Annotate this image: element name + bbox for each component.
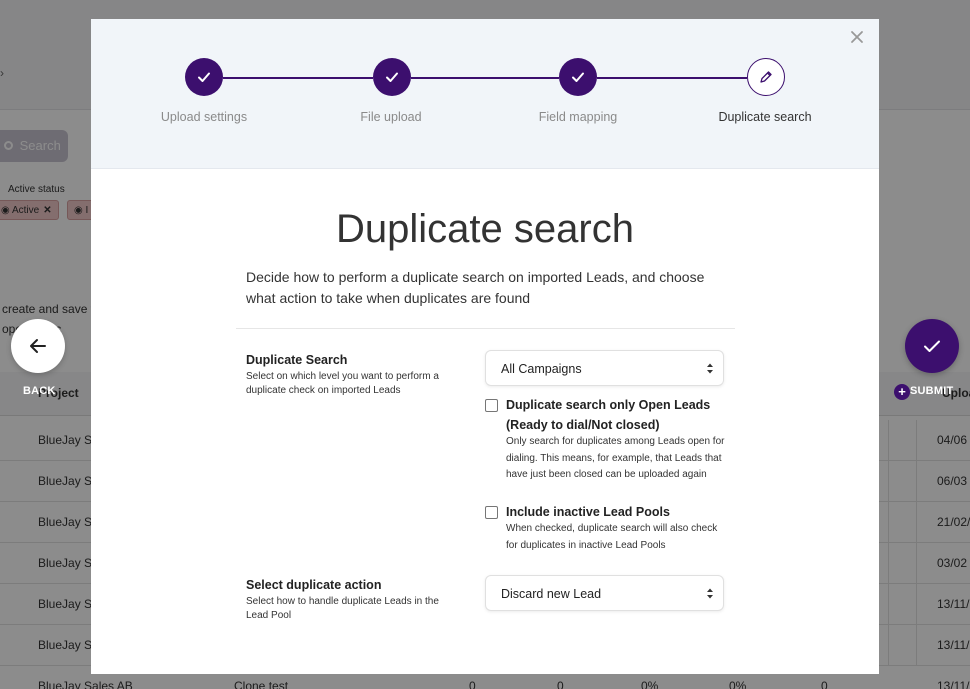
step-label: Duplicate search: [718, 110, 812, 124]
step-upload-settings[interactable]: [185, 58, 223, 96]
step-connector: [223, 77, 373, 79]
step-connector: [597, 77, 747, 79]
step-file-upload[interactable]: [373, 58, 411, 96]
back-label: BACK: [23, 385, 56, 397]
check-icon: [924, 340, 940, 352]
step-field-mapping[interactable]: [559, 58, 597, 96]
divider: [236, 328, 735, 329]
duplicate-search-value: All Campaigns: [501, 362, 582, 376]
duplicate-search-help: Select on which level you want to perfor…: [246, 371, 439, 396]
close-button[interactable]: [849, 29, 865, 45]
duplicate-action-select[interactable]: Discard new Lead: [485, 575, 724, 611]
inactive-pools-help: When checked, duplicate search will also…: [506, 523, 718, 551]
page-title: Duplicate search: [336, 207, 634, 251]
inactive-pools-title: Include inactive Lead Pools: [506, 505, 670, 519]
check-icon: [386, 72, 398, 82]
duplicate-search-select[interactable]: All Campaigns: [485, 350, 724, 386]
back-button[interactable]: [11, 319, 65, 373]
step-duplicate-search[interactable]: [747, 58, 785, 96]
arrow-left-icon: [30, 339, 46, 353]
page-description: Decide how to perform a duplicate search…: [246, 269, 705, 306]
import-modal: Upload settings File upload Field mappin…: [91, 19, 879, 674]
check-icon: [572, 72, 584, 82]
step-label: File upload: [360, 110, 422, 124]
sort-caret-icon: [707, 588, 713, 599]
duplicate-action-title: Select duplicate action: [246, 578, 382, 592]
close-icon: [851, 31, 863, 43]
open-leads-checkbox[interactable]: [485, 399, 498, 412]
duplicate-search-title: Duplicate Search: [246, 353, 348, 367]
duplicate-action-help: Select how to handle duplicate Leads in …: [246, 596, 439, 621]
open-leads-help: Only search for duplicates among Leads o…: [506, 436, 725, 480]
step-label: Field mapping: [538, 110, 618, 124]
plus-icon: +: [894, 384, 910, 400]
open-leads-title: Duplicate search only Open Leads (Ready …: [506, 398, 711, 432]
sort-caret-icon: [707, 363, 713, 374]
step-label: Upload settings: [160, 110, 248, 124]
submit-button[interactable]: [905, 319, 959, 373]
step-connector: [411, 77, 559, 79]
duplicate-action-value: Discard new Lead: [501, 587, 602, 601]
submit-label: SUBMIT: [910, 385, 954, 397]
check-icon: [198, 72, 210, 82]
pencil-icon: [760, 71, 772, 83]
stepper: Upload settings File upload Field mappin…: [91, 19, 879, 169]
inactive-pools-checkbox[interactable]: [485, 506, 498, 519]
